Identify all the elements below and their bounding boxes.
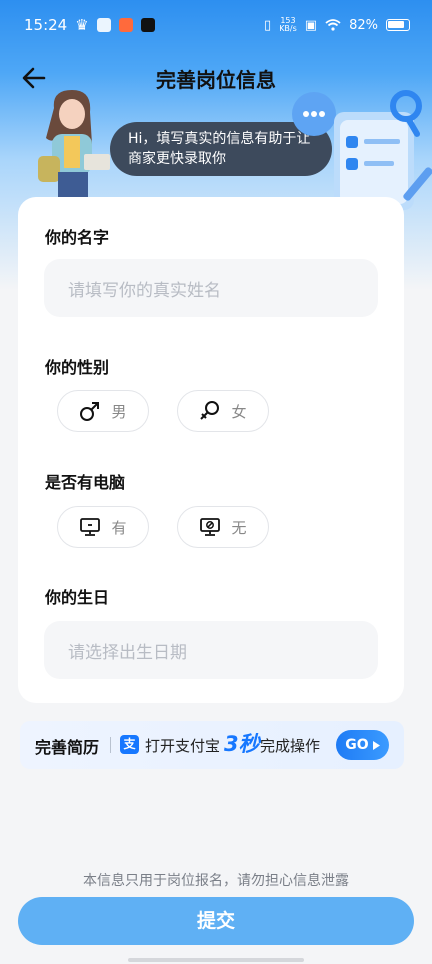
alipay-resume-banner[interactable]: 完善简历 支 打开支付宝 3秒 完成操作 GO xyxy=(20,721,404,769)
crown-icon: ♛ xyxy=(75,16,89,34)
banner-highlight: 3秒 xyxy=(224,732,260,756)
home-indicator xyxy=(128,958,304,962)
battery-icon xyxy=(386,19,410,31)
battery-percent: 82% xyxy=(349,17,378,33)
birthday-picker[interactable]: 请选择出生日期 xyxy=(44,621,378,679)
no-computer-icon xyxy=(200,518,221,536)
form-card: 你的名字 请填写你的真实姓名 你的性别 男 女 是否有电脑 有 无 你的生日 请… xyxy=(18,197,404,703)
gender-option-male[interactable]: 男 xyxy=(57,390,149,432)
computer-label: 是否有电脑 xyxy=(45,473,126,492)
computer-option-yes[interactable]: 有 xyxy=(57,506,149,548)
birthday-label: 你的生日 xyxy=(45,588,110,607)
nfc-icon: ▣ xyxy=(304,17,318,33)
gender-option-female[interactable]: 女 xyxy=(177,390,269,432)
status-time: 15:24 xyxy=(24,16,68,34)
name-label: 你的名字 xyxy=(45,228,110,247)
status-bar: 15:24 ♛ ▯ 153 KB/s ▣ 82% xyxy=(0,0,432,50)
computer-option-no[interactable]: 无 xyxy=(177,506,269,548)
gender-label: 你的性别 xyxy=(45,358,110,377)
banner-text-finish: 完成操作 xyxy=(260,737,321,755)
computer-option-no-label: 无 xyxy=(231,518,247,537)
computer-option-yes-label: 有 xyxy=(111,518,127,537)
tiktok-icon xyxy=(140,18,155,32)
net-speed: 153 KB/s xyxy=(279,16,297,33)
wifi-icon xyxy=(325,19,341,31)
banner-title: 完善简历 xyxy=(35,738,100,757)
app-icon xyxy=(118,18,133,32)
vibrate-icon: ▯ xyxy=(264,17,272,33)
document-illustration xyxy=(292,90,432,210)
assistant-avatar xyxy=(38,90,110,206)
go-button[interactable]: GO xyxy=(336,730,389,760)
alipay-icon: 支 xyxy=(120,735,139,754)
app-icon xyxy=(96,18,111,32)
female-icon xyxy=(200,401,220,420)
go-button-label: GO xyxy=(345,737,369,753)
submit-button[interactable]: 提交 xyxy=(18,897,414,945)
privacy-note: 本信息只用于岗位报名，请勿担心信息泄露 xyxy=(83,873,349,889)
play-triangle-icon xyxy=(372,740,380,750)
gender-option-male-label: 男 xyxy=(111,402,127,421)
status-left: 15:24 ♛ xyxy=(24,16,155,34)
gender-option-female-label: 女 xyxy=(231,402,247,421)
name-input[interactable]: 请填写你的真实姓名 xyxy=(44,259,378,317)
banner-text-open: 打开支付宝 xyxy=(145,737,221,755)
male-icon xyxy=(80,402,100,421)
computer-icon xyxy=(80,518,101,536)
status-right: ▯ 153 KB/s ▣ 82% xyxy=(264,17,410,33)
banner-divider xyxy=(110,737,111,753)
